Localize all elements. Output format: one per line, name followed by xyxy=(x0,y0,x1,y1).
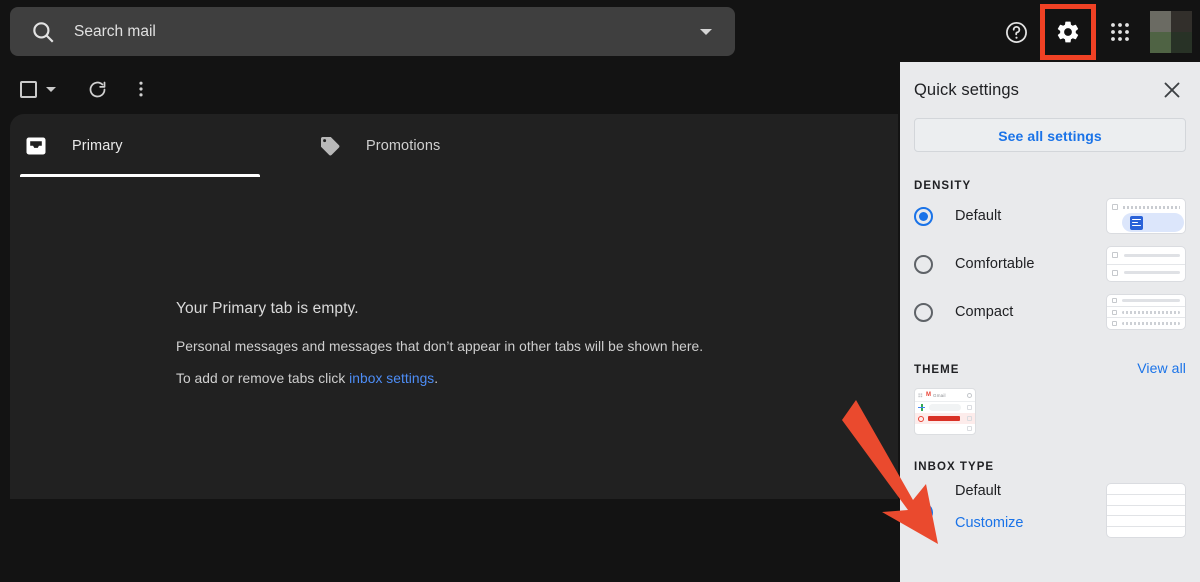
empty-state-tabs-hint: To add or remove tabs click inbox settin… xyxy=(176,371,703,386)
theme-preview-list: M Gmail xyxy=(900,376,1200,435)
tab-primary[interactable]: Primary xyxy=(10,114,250,177)
inbox-type-customize-link[interactable]: Customize xyxy=(955,515,1106,531)
gmail-logo-icon: M xyxy=(926,392,931,398)
message-list-panel: Primary Promotions Your Primary tab is e… xyxy=(10,114,898,499)
gmail-wordmark: Gmail xyxy=(933,392,946,398)
chevron-down-icon xyxy=(46,86,56,92)
empty-state-hint-suffix: . xyxy=(434,371,439,386)
more-vertical-icon[interactable] xyxy=(121,69,161,109)
density-option-comfortable[interactable]: Comfortable xyxy=(900,240,1200,288)
search-options-icon[interactable] xyxy=(691,7,721,56)
gear-icon xyxy=(1055,19,1081,45)
list-toolbar xyxy=(0,64,898,114)
search-icon xyxy=(30,19,56,45)
empty-state: Your Primary tab is empty. Personal mess… xyxy=(176,300,703,403)
density-comfortable-label: Comfortable xyxy=(955,256,1035,272)
inbox-icon xyxy=(24,134,48,158)
density-comfortable-radio[interactable] xyxy=(914,254,933,274)
inbox-type-default-label: Default xyxy=(955,483,1001,499)
density-compact-label: Compact xyxy=(955,304,1014,320)
inbox-settings-link[interactable]: inbox settings xyxy=(349,371,434,386)
inbox-tabs: Primary Promotions xyxy=(10,114,898,177)
empty-state-hint-prefix: To add or remove tabs click xyxy=(176,371,350,386)
tag-icon xyxy=(318,134,342,158)
close-icon[interactable] xyxy=(1160,78,1184,102)
density-compact-preview xyxy=(1106,294,1186,330)
density-option-default[interactable]: Default xyxy=(900,192,1200,240)
tab-promotions-label: Promotions xyxy=(366,137,441,154)
see-all-settings-button[interactable]: See all settings xyxy=(914,118,1186,152)
quick-settings-panel: Quick settings See all settings DENSITY … xyxy=(900,62,1200,582)
search-input[interactable] xyxy=(74,22,691,41)
inbox-type-default-radio[interactable] xyxy=(914,503,933,522)
mail-area: Primary Promotions Your Primary tab is e… xyxy=(0,64,898,582)
checkbox-icon xyxy=(20,80,37,98)
tab-promotions[interactable]: Promotions xyxy=(250,114,505,177)
theme-section-header: THEME View all xyxy=(900,336,1200,376)
empty-state-description: Personal messages and messages that don’… xyxy=(176,339,704,354)
theme-section-label: THEME xyxy=(914,364,960,376)
theme-view-all-link[interactable]: View all xyxy=(1137,360,1186,376)
top-bar-icons xyxy=(994,0,1200,64)
settings-button-highlight[interactable] xyxy=(1040,4,1096,60)
empty-state-title: Your Primary tab is empty. xyxy=(176,300,359,317)
top-bar xyxy=(0,0,1200,64)
density-default-label: Default xyxy=(955,208,1002,224)
quick-settings-header: Quick settings xyxy=(900,62,1200,118)
gmail-window: Primary Promotions Your Primary tab is e… xyxy=(0,0,1200,582)
search-icon-mini xyxy=(967,392,972,398)
help-circle-icon[interactable] xyxy=(994,10,1038,54)
theme-preview-default[interactable]: M Gmail xyxy=(914,388,976,435)
density-option-compact[interactable]: Compact xyxy=(900,288,1200,336)
avatar[interactable] xyxy=(1150,11,1192,53)
density-default-radio[interactable] xyxy=(914,206,933,226)
select-all-control[interactable] xyxy=(20,80,56,98)
quick-settings-title: Quick settings xyxy=(914,80,1020,99)
density-compact-radio[interactable] xyxy=(914,302,933,322)
inbox-type-default-preview xyxy=(1106,483,1186,538)
compose-icon-mini xyxy=(918,404,925,411)
apps-grid-icon[interactable] xyxy=(1098,10,1142,54)
density-section-label: DENSITY xyxy=(914,180,972,192)
inbox-type-option-default[interactable]: Default Customize xyxy=(900,473,1200,538)
search-bar[interactable] xyxy=(10,7,735,56)
tab-primary-label: Primary xyxy=(72,137,123,154)
inbox-type-section-label: INBOX TYPE xyxy=(914,461,995,473)
refresh-icon[interactable] xyxy=(77,69,117,109)
active-tab-indicator xyxy=(20,174,260,177)
apps-grid-icon-mini xyxy=(918,392,923,398)
density-default-preview xyxy=(1106,198,1186,234)
density-comfortable-preview xyxy=(1106,246,1186,282)
